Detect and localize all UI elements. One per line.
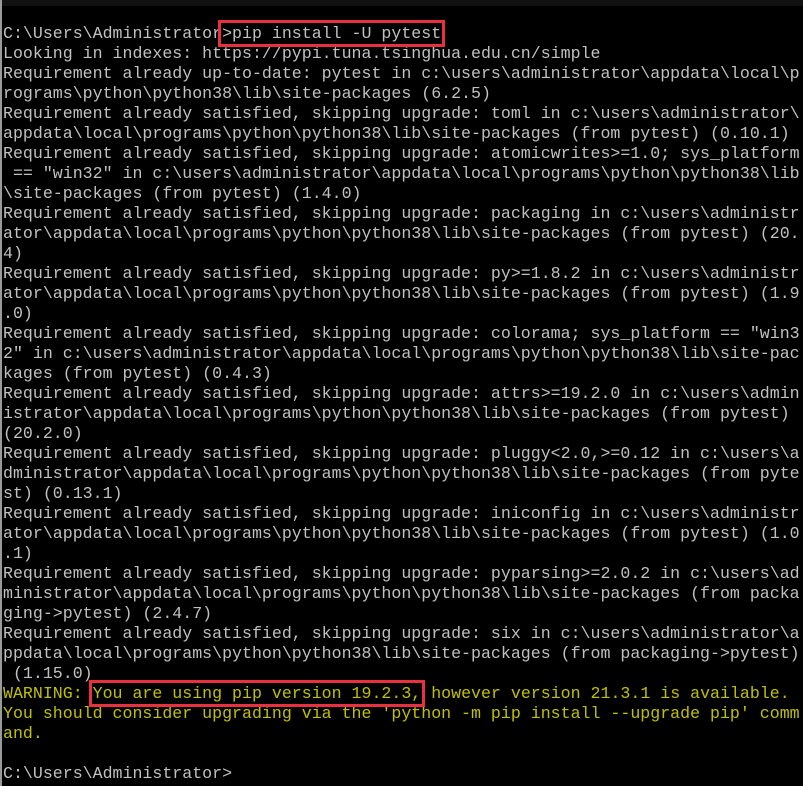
warning-line: You should consider upgrading via the 'p…	[3, 704, 803, 724]
console-line: kages (from pytest) (0.4.3)	[3, 364, 803, 384]
console-output[interactable]: C:\Users\Administrator>pip install -U py…	[3, 20, 803, 784]
console-line: .0)	[3, 304, 803, 324]
console-text: 2" in c:\users\administrator\appdata\loc…	[3, 344, 800, 363]
console-text: Requirement already up-to-date: pytest i…	[3, 64, 800, 83]
console-text: Requirement already satisfied, skipping …	[3, 324, 800, 343]
warning-line: WARNING: You are using pip version 19.2.…	[3, 680, 803, 707]
console-line: istrator\appdata\local\programs\python\p…	[3, 404, 803, 424]
console-text: You should consider upgrading via the 'p…	[3, 704, 800, 723]
console-text: ging->pytest) (2.4.7)	[3, 604, 213, 623]
console-text: Requirement already satisfied, skipping …	[3, 264, 800, 283]
console-text: Requirement already satisfied, skipping …	[3, 444, 800, 463]
console-line: Requirement already satisfied, skipping …	[3, 264, 803, 284]
console-text: == "win32" in c:\users\administrator\app…	[3, 164, 800, 183]
console-text: Requirement already satisfied, skipping …	[3, 144, 800, 163]
warning-line: and.	[3, 724, 803, 744]
console-line: (20.2.0)	[3, 424, 803, 444]
console-text: and.	[3, 724, 43, 743]
console-text: ator\appdata\local\programs\python\pytho…	[3, 284, 800, 303]
console-line: ator\appdata\local\programs\python\pytho…	[3, 524, 803, 544]
highlight-box-text: >pip install -U pytest	[218, 20, 446, 47]
console-text: Requirement already satisfied, skipping …	[3, 624, 800, 643]
console-text: Requirement already satisfied, skipping …	[3, 564, 800, 583]
console-text: rograms\python\python38\lib\site-package…	[3, 84, 491, 103]
console-line: appdata\local\programs\python\python38\l…	[3, 124, 803, 144]
console-text: dministrator\appdata\local\programs\pyth…	[3, 464, 800, 483]
console-text: .1)	[3, 544, 33, 563]
console-text: ator\appdata\local\programs\python\pytho…	[3, 224, 800, 243]
console-line: (1.15.0)	[3, 664, 803, 684]
console-line: 4)	[3, 244, 803, 264]
console-text: appdata\local\programs\python\python38\l…	[3, 124, 790, 143]
console-line: ppdata\local\programs\python\python38\li…	[3, 644, 803, 664]
console-text: st) (0.13.1)	[3, 484, 123, 503]
console-line: Requirement already satisfied, skipping …	[3, 444, 803, 464]
console-text: \site-packages (from pytest) (1.4.0)	[3, 184, 362, 203]
console-line: C:\Users\Administrator>pip install -U py…	[3, 20, 803, 47]
console-line: 2" in c:\users\administrator\appdata\loc…	[3, 344, 803, 364]
console-line: ator\appdata\local\programs\python\pytho…	[3, 284, 803, 304]
console-line: Requirement already up-to-date: pytest i…	[3, 64, 803, 84]
console-line: st) (0.13.1)	[3, 484, 803, 504]
console-text: WARNING:	[3, 684, 93, 703]
console-text: (1.15.0)	[3, 664, 93, 683]
console-text: .0)	[3, 304, 33, 323]
console-line: Requirement already satisfied, skipping …	[3, 324, 803, 344]
console-text: ministrator\appdata\local\programs\pytho…	[3, 584, 800, 603]
window-left-border	[0, 0, 2, 786]
console-line: Requirement already satisfied, skipping …	[3, 384, 803, 404]
console-line: Requirement already satisfied, skipping …	[3, 104, 803, 124]
console-line: Requirement already satisfied, skipping …	[3, 624, 803, 644]
console-line: Requirement already satisfied, skipping …	[3, 204, 803, 224]
console-line: == "win32" in c:\users\administrator\app…	[3, 164, 803, 184]
console-text: (20.2.0)	[3, 424, 83, 443]
console-line: Requirement already satisfied, skipping …	[3, 564, 803, 584]
console-text: istrator\appdata\local\programs\python\p…	[3, 404, 790, 423]
console-line: rograms\python\python38\lib\site-package…	[3, 84, 803, 104]
window-title-strip	[0, 0, 803, 6]
console-text: C:\Users\Administrator	[3, 24, 223, 43]
console-text: 4)	[3, 244, 23, 263]
console-line: .1)	[3, 544, 803, 564]
console-line: \site-packages (from pytest) (1.4.0)	[3, 184, 803, 204]
console-line: ging->pytest) (2.4.7)	[3, 604, 803, 624]
console-text: Requirement already satisfied, skipping …	[3, 504, 800, 523]
console-text: Requirement already satisfied, skipping …	[3, 104, 800, 123]
console-line: Requirement already satisfied, skipping …	[3, 504, 803, 524]
console-line: Requirement already satisfied, skipping …	[3, 144, 803, 164]
console-text: ator\appdata\local\programs\python\pytho…	[3, 524, 800, 543]
console-text: however version 21.3.1 is available.	[421, 684, 790, 703]
console-text: C:\Users\Administrator>	[3, 764, 233, 783]
console-text: kages (from pytest) (0.4.3)	[3, 364, 272, 383]
console-line: dministrator\appdata\local\programs\pyth…	[3, 464, 803, 484]
console-text: Requirement already satisfied, skipping …	[3, 384, 800, 403]
console-line: Looking in indexes: https://pypi.tuna.ts…	[3, 44, 803, 64]
console-text: Looking in indexes: https://pypi.tuna.ts…	[3, 44, 601, 63]
console-text: ppdata\local\programs\python\python38\li…	[3, 644, 800, 663]
console-text: Requirement already satisfied, skipping …	[3, 204, 800, 223]
console-line: ministrator\appdata\local\programs\pytho…	[3, 584, 803, 604]
console-line: ator\appdata\local\programs\python\pytho…	[3, 224, 803, 244]
console-line: C:\Users\Administrator>	[3, 764, 803, 784]
highlight-box-text: You are using pip version 19.2.3,	[88, 680, 426, 707]
